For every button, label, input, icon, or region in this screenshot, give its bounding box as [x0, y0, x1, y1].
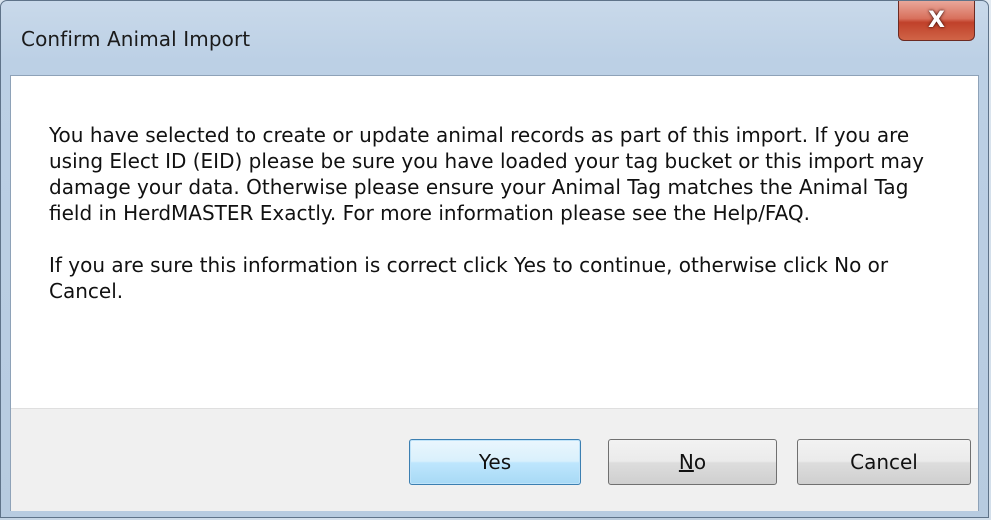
yes-button[interactable]: Yes	[409, 439, 581, 485]
no-button-label-rest: o	[693, 450, 707, 474]
no-button[interactable]: No	[608, 439, 777, 485]
message-paragraph-1: You have selected to create or update an…	[49, 123, 924, 225]
title-bar[interactable]: Confirm Animal Import X	[1, 1, 990, 75]
cancel-button-label: Cancel	[850, 450, 918, 474]
no-button-mnemonic: N	[678, 450, 694, 474]
dialog-client-area: You have selected to create or update an…	[10, 75, 979, 511]
dialog-title: Confirm Animal Import	[21, 27, 251, 51]
close-icon: X	[928, 7, 945, 33]
message-text: You have selected to create or update an…	[49, 122, 929, 330]
confirm-dialog-window: Confirm Animal Import X You have selecte…	[0, 0, 989, 518]
yes-button-label: Yes	[478, 450, 512, 474]
message-area: You have selected to create or update an…	[11, 76, 978, 408]
button-bar: Yes No Cancel	[11, 408, 978, 511]
close-button[interactable]: X	[898, 1, 975, 41]
message-paragraph-2: If you are sure this information is corr…	[49, 253, 889, 303]
cancel-button[interactable]: Cancel	[797, 439, 971, 485]
